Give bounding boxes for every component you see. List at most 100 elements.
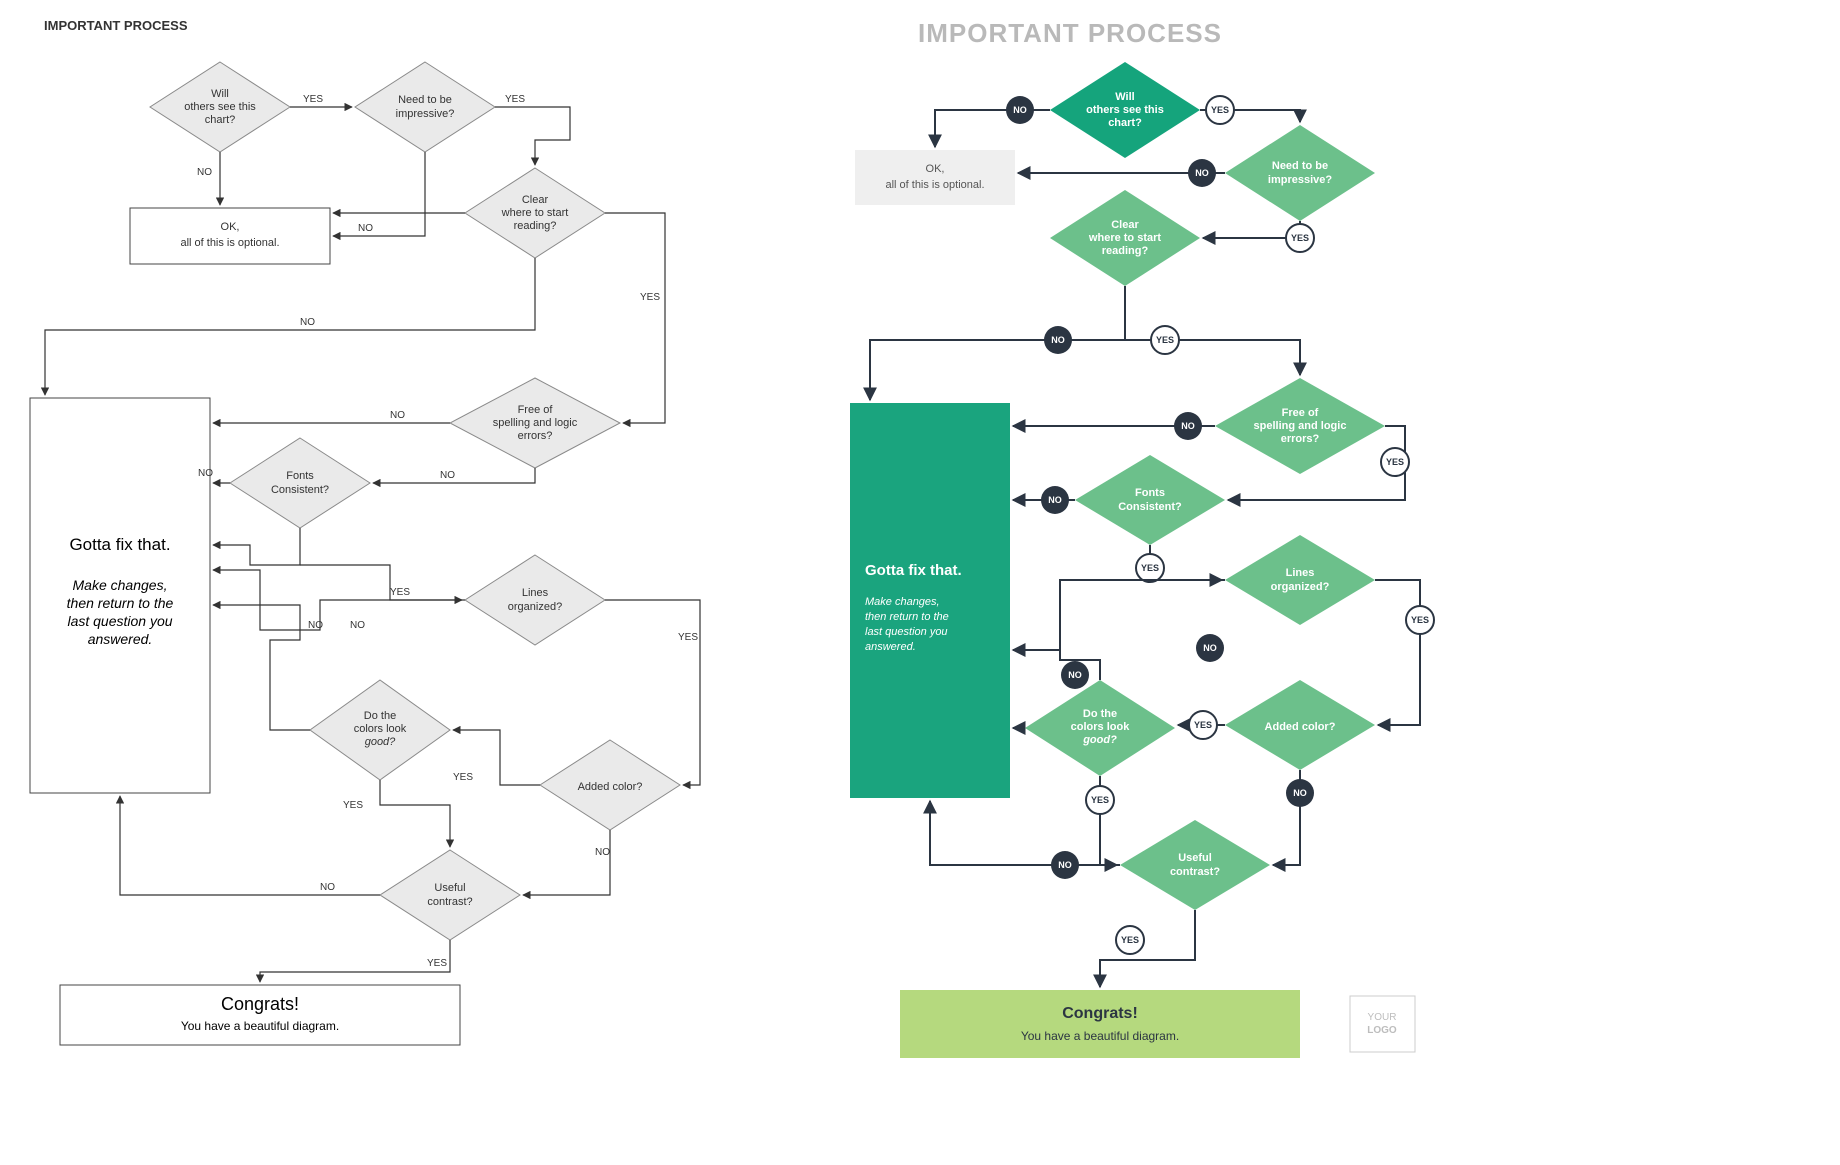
svg-text:spelling and logic: spelling and logic [1254, 420, 1347, 432]
svg-text:Will: Will [1115, 91, 1134, 103]
edge [523, 830, 610, 895]
svg-text:OK,: OK, [221, 221, 240, 233]
svg-text:others see this: others see this [184, 101, 256, 113]
svg-text:NO: NO [198, 468, 213, 479]
svg-text:Congrats!: Congrats! [1062, 1005, 1138, 1022]
q9-right: Useful contrast? [1120, 820, 1270, 910]
svg-text:Make changes,: Make changes, [865, 596, 940, 608]
svg-text:YES: YES [1121, 935, 1139, 945]
svg-text:Free of: Free of [1282, 407, 1319, 419]
q2-left: Need to be impressive? [355, 62, 495, 152]
svg-text:Added color?: Added color? [578, 781, 643, 793]
edge [1100, 910, 1195, 987]
svg-text:Added color?: Added color? [1265, 721, 1336, 733]
svg-text:Gotta fix that.: Gotta fix that. [865, 562, 962, 579]
svg-text:YES: YES [505, 94, 525, 105]
svg-text:YES: YES [1211, 105, 1229, 115]
svg-text:Congrats!: Congrats! [221, 994, 299, 1014]
logo-placeholder: YOUR LOGO [1350, 996, 1415, 1052]
congrats-left: Congrats! You have a beautiful diagram. [60, 985, 460, 1045]
q4-right: Free of spelling and logic errors? [1215, 378, 1385, 474]
svg-text:all of this is optional.: all of this is optional. [885, 179, 984, 191]
svg-text:NO: NO [320, 882, 335, 893]
q5-left: Fonts Consistent? [230, 438, 370, 528]
svg-text:last question you: last question you [865, 626, 948, 638]
svg-text:where to start: where to start [501, 207, 569, 219]
svg-text:NO: NO [595, 847, 610, 858]
svg-text:NO: NO [1051, 335, 1065, 345]
svg-text:NO: NO [1293, 788, 1307, 798]
edge [1375, 580, 1420, 725]
svg-text:NO: NO [390, 410, 405, 421]
title-right: IMPORTANT PROCESS [918, 18, 1222, 48]
svg-text:YES: YES [343, 800, 363, 811]
svg-text:Need to be: Need to be [1272, 160, 1328, 172]
svg-text:Clear: Clear [522, 194, 549, 206]
svg-text:Useful: Useful [1178, 852, 1212, 864]
svg-text:Consistent?: Consistent? [1118, 501, 1182, 513]
flowchart-left: IMPORTANT PROCESS Will others see this c… [30, 18, 700, 1045]
flowchart-right: IMPORTANT PROCESS Will others see this c… [850, 18, 1434, 1058]
svg-text:Lines: Lines [1286, 567, 1315, 579]
svg-text:YES: YES [1291, 233, 1309, 243]
svg-text:colors look: colors look [354, 723, 407, 735]
svg-text:Need to be: Need to be [398, 94, 452, 106]
svg-text:errors?: errors? [1281, 433, 1320, 445]
optional-right: OK, all of this is optional. [855, 150, 1015, 205]
svg-text:Do the: Do the [1083, 708, 1117, 720]
svg-text:You have a beautiful diagram.: You have a beautiful diagram. [181, 1019, 339, 1033]
svg-text:chart?: chart? [205, 114, 236, 126]
svg-text:NO: NO [1203, 643, 1217, 653]
svg-text:OK,: OK, [926, 163, 945, 175]
svg-text:good?: good? [365, 736, 396, 748]
edge [333, 152, 425, 236]
edge [380, 780, 450, 847]
edge [120, 796, 380, 895]
edge [213, 570, 465, 630]
q3-right: Clear where to start reading? [1050, 190, 1200, 286]
svg-text:YOUR: YOUR [1368, 1012, 1397, 1023]
edge [213, 605, 310, 730]
edge [300, 565, 462, 600]
svg-text:where to start: where to start [1088, 232, 1161, 244]
svg-text:Consistent?: Consistent? [271, 484, 329, 496]
svg-text:NO: NO [350, 620, 365, 631]
edge [213, 528, 300, 565]
edge [1013, 580, 1225, 650]
svg-text:Free of: Free of [518, 404, 554, 416]
svg-text:LOGO: LOGO [1367, 1025, 1397, 1036]
q4-left: Free of spelling and logic errors? [450, 378, 620, 468]
svg-text:YES: YES [678, 632, 698, 643]
svg-text:Gotta fix that.: Gotta fix that. [69, 535, 170, 554]
svg-text:impressive?: impressive? [396, 108, 455, 120]
svg-text:NO: NO [1195, 168, 1209, 178]
svg-text:organized?: organized? [1271, 581, 1330, 593]
svg-text:YES: YES [640, 292, 660, 303]
svg-text:Fonts: Fonts [286, 470, 314, 482]
svg-text:reading?: reading? [514, 220, 557, 232]
svg-text:YES: YES [1141, 563, 1159, 573]
svg-text:NO: NO [308, 620, 323, 631]
edge [260, 940, 450, 982]
svg-text:colors look: colors look [1071, 721, 1131, 733]
svg-text:YES: YES [1156, 335, 1174, 345]
edge [495, 107, 570, 165]
fix-right: Gotta fix that. Make changes, then retur… [850, 403, 1010, 798]
edge [870, 340, 1125, 400]
svg-text:Make changes,: Make changes, [73, 577, 168, 593]
q5-right: Fonts Consistent? [1075, 455, 1225, 545]
q1-left: Will others see this chart? [150, 62, 290, 152]
svg-text:YES: YES [1194, 720, 1212, 730]
svg-text:NO: NO [1013, 105, 1027, 115]
svg-text:answered.: answered. [88, 631, 153, 647]
svg-text:Will: Will [211, 88, 229, 100]
svg-text:YES: YES [1411, 615, 1429, 625]
svg-text:Useful: Useful [434, 882, 465, 894]
svg-text:Fonts: Fonts [1135, 487, 1165, 499]
svg-text:impressive?: impressive? [1268, 174, 1332, 186]
congrats-right: Congrats! You have a beautiful diagram. [900, 990, 1300, 1058]
svg-text:YES: YES [453, 772, 473, 783]
title-left: IMPORTANT PROCESS [44, 18, 188, 33]
svg-text:Do the: Do the [364, 710, 396, 722]
q8-right: Do the colors look good? [1025, 680, 1175, 776]
